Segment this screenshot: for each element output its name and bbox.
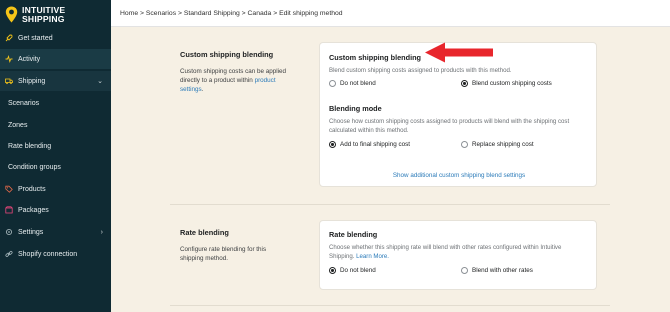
radio-label: Do not blend — [340, 267, 376, 274]
card-description: Blend custom shipping costs assigned to … — [329, 67, 512, 74]
sidebar-item-label: Rate blending — [8, 142, 52, 150]
chevron-right-icon[interactable]: › — [101, 229, 103, 236]
sidebar-item-label: Scenarios — [8, 99, 40, 107]
desc-line: Configure rate blending for this — [180, 246, 267, 253]
sidebar-item-label: Shopify connection — [18, 250, 78, 258]
radio-circle-selected[interactable] — [461, 80, 468, 87]
sidebar-item-label: Settings — [18, 228, 44, 236]
rocket-icon — [5, 34, 13, 42]
card-description: Choose whether this shipping rate will b… — [329, 244, 561, 261]
annotation-arrow-icon — [425, 42, 493, 63]
radio-label: Add to final shipping cost — [340, 141, 411, 148]
product-settings-link-cont[interactable]: settings — [180, 86, 202, 93]
sidebar-item-label: Activity — [18, 55, 41, 63]
card-title: Custom shipping blending — [329, 53, 422, 62]
section-divider — [170, 305, 610, 306]
rate-blending-card: Rate blending Choose whether this shippi… — [319, 220, 597, 290]
radio-circle[interactable] — [461, 141, 468, 148]
link-icon — [5, 250, 13, 258]
radio-rate-do-not-blend[interactable]: Do not blend — [329, 267, 376, 274]
learn-more-link[interactable]: Learn More. — [356, 253, 389, 260]
radio-circle-selected[interactable] — [329, 141, 336, 148]
desc-period: . — [201, 86, 204, 93]
radio-label: Do not blend — [340, 80, 376, 87]
desc-line: shipping method. — [180, 255, 228, 262]
card-title: Rate blending — [329, 230, 378, 239]
section-desc-custom-blending: Custom shipping costs can be applied dir… — [180, 67, 310, 94]
sidebar-item-activity[interactable]: Activity — [0, 49, 111, 69]
location-pin-icon — [5, 6, 18, 23]
app-logo[interactable]: INTUITIVE SHIPPING — [0, 0, 111, 29]
logo-line-2: SHIPPING — [22, 13, 65, 24]
sidebar-item-shipping[interactable]: Shipping ⌄ — [0, 71, 111, 91]
sidebar-item-products[interactable]: Products — [0, 179, 111, 199]
tag-icon — [5, 185, 13, 193]
radio-do-not-blend[interactable]: Do not blend — [329, 80, 376, 87]
radio-circle-selected[interactable] — [329, 267, 336, 274]
desc-line: Custom shipping costs can be applied — [180, 68, 287, 75]
desc-line: Shipping. — [329, 252, 355, 260]
sidebar-item-zones[interactable]: Zones — [0, 115, 111, 135]
sidebar-item-settings[interactable]: Settings › — [0, 222, 111, 242]
radio-replace-cost[interactable]: Replace shipping cost — [461, 141, 534, 148]
show-additional-settings-link[interactable]: Show additional custom shipping blend se… — [320, 172, 598, 179]
breadcrumb: Home > Scenarios > Standard Shipping > C… — [111, 0, 670, 27]
logo-text: INTUITIVE SHIPPING — [22, 6, 65, 23]
sidebar-item-label: Zones — [8, 121, 28, 129]
radio-add-to-final[interactable]: Add to final shipping cost — [329, 141, 410, 148]
section-title-custom-blending: Custom shipping blending — [180, 50, 274, 59]
sidebar-item-rate-blending[interactable]: Rate blending — [0, 136, 111, 156]
desc-line: calculated within this method. — [329, 126, 409, 134]
sidebar-item-label: Products — [18, 185, 46, 193]
gear-icon — [5, 228, 13, 236]
radio-circle[interactable] — [461, 267, 468, 274]
product-settings-link[interactable]: product — [255, 77, 276, 84]
truck-icon — [5, 77, 13, 85]
sidebar-item-condition-groups[interactable]: Condition groups — [0, 157, 111, 177]
sidebar-item-label: Get started — [18, 34, 53, 42]
radio-label: Blend custom shipping costs — [472, 80, 552, 87]
section-divider — [170, 204, 610, 205]
package-icon — [5, 206, 13, 214]
sidebar-item-scenarios[interactable]: Scenarios — [0, 93, 111, 113]
sidebar-item-packages[interactable]: Packages — [0, 200, 111, 220]
section-desc-rate-blending: Configure rate blending for this shippin… — [180, 245, 310, 263]
sidebar-item-shopify-connection[interactable]: Shopify connection — [0, 244, 111, 264]
radio-label: Replace shipping cost — [472, 141, 534, 148]
radio-circle[interactable] — [329, 80, 336, 87]
chevron-down-icon[interactable]: ⌄ — [97, 77, 103, 85]
sidebar-item-label: Condition groups — [8, 163, 61, 171]
desc-line: directly to a product within — [180, 77, 253, 84]
sidebar-item-label: Packages — [18, 206, 49, 214]
sidebar-item-label: Shipping — [18, 77, 46, 85]
desc-line: Choose whether this shipping rate will b… — [329, 244, 562, 251]
radio-blend-with-other-rates[interactable]: Blend with other rates — [461, 267, 533, 274]
activity-icon — [5, 55, 13, 63]
radio-label: Blend with other rates — [472, 267, 533, 274]
desc-line: Choose how custom shipping costs assigne… — [329, 118, 570, 125]
sidebar-item-get-started[interactable]: Get started — [0, 28, 111, 48]
radio-blend-custom-costs[interactable]: Blend custom shipping costs — [461, 80, 552, 87]
section-title-rate-blending: Rate blending — [180, 228, 229, 237]
blending-mode-description: Choose how custom shipping costs assigne… — [329, 118, 569, 135]
blending-mode-title: Blending mode — [329, 104, 382, 113]
breadcrumb-text[interactable]: Home > Scenarios > Standard Shipping > C… — [120, 10, 343, 17]
sidebar: INTUITIVE SHIPPING Get started Activity … — [0, 0, 111, 312]
